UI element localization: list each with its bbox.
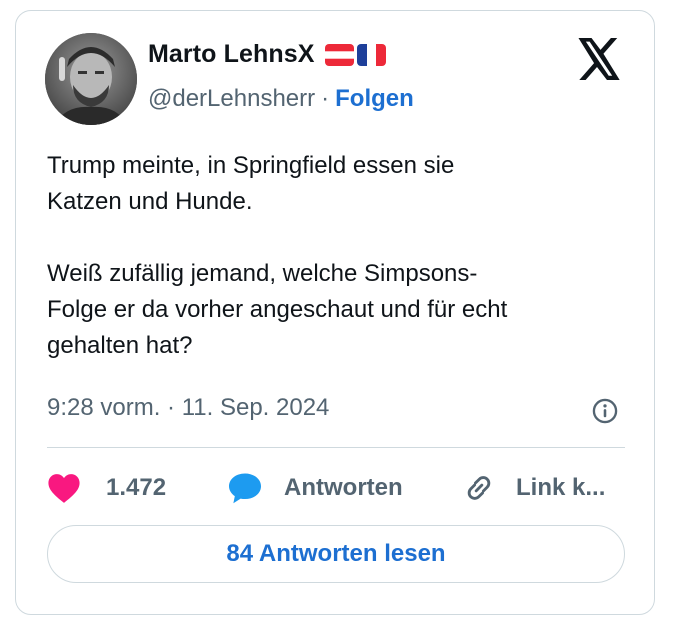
tweet-line: Katzen und Hunde. (47, 188, 253, 215)
tweet-line: Weiß zufällig jemand, welche Simpsons- (47, 260, 478, 287)
like-button[interactable]: 1.472 (47, 468, 166, 508)
author-name[interactable]: Marto LehnsX (148, 40, 315, 69)
copy-link-button[interactable]: Link k... (462, 468, 605, 508)
author-name-row: Marto LehnsX (148, 40, 386, 69)
follow-button[interactable]: Folgen (335, 85, 414, 113)
reply-label: Antworten (284, 474, 403, 501)
tweet-timestamp[interactable]: 9:28 vorm. · 11. Sep. 2024 (47, 394, 329, 422)
author-handle-row: @derLehnsherr · Folgen (148, 85, 414, 113)
read-replies-button[interactable]: 84 Antworten lesen (47, 525, 625, 583)
reply-button[interactable]: Antworten (227, 468, 403, 508)
france-flag-icon (356, 43, 386, 66)
flag-emojis (324, 43, 386, 66)
heart-icon (47, 472, 81, 504)
author-handle[interactable]: @derLehnsherr (148, 85, 315, 113)
divider (47, 447, 625, 448)
like-count: 1.472 (106, 474, 167, 501)
separator-dot: · (321, 85, 330, 112)
x-logo-icon[interactable] (576, 38, 622, 80)
copy-link-label: Link k... (516, 474, 606, 501)
tweet-line: Trump meinte, in Springfield essen sie (47, 152, 455, 179)
tweet-text: Trump meinte, in Springfield essen sie K… (47, 148, 627, 364)
tweet-line: Folge er da vorher angeschaut und für ec… (47, 296, 508, 323)
reply-bubble-icon (227, 472, 263, 504)
link-icon (462, 471, 496, 505)
austria-flag-icon (324, 43, 354, 66)
tweet-line: gehalten hat? (47, 332, 193, 359)
info-icon[interactable] (591, 397, 619, 425)
tweet-actions: 1.472 Antworten Link k... (47, 468, 627, 508)
avatar[interactable] (45, 33, 137, 125)
